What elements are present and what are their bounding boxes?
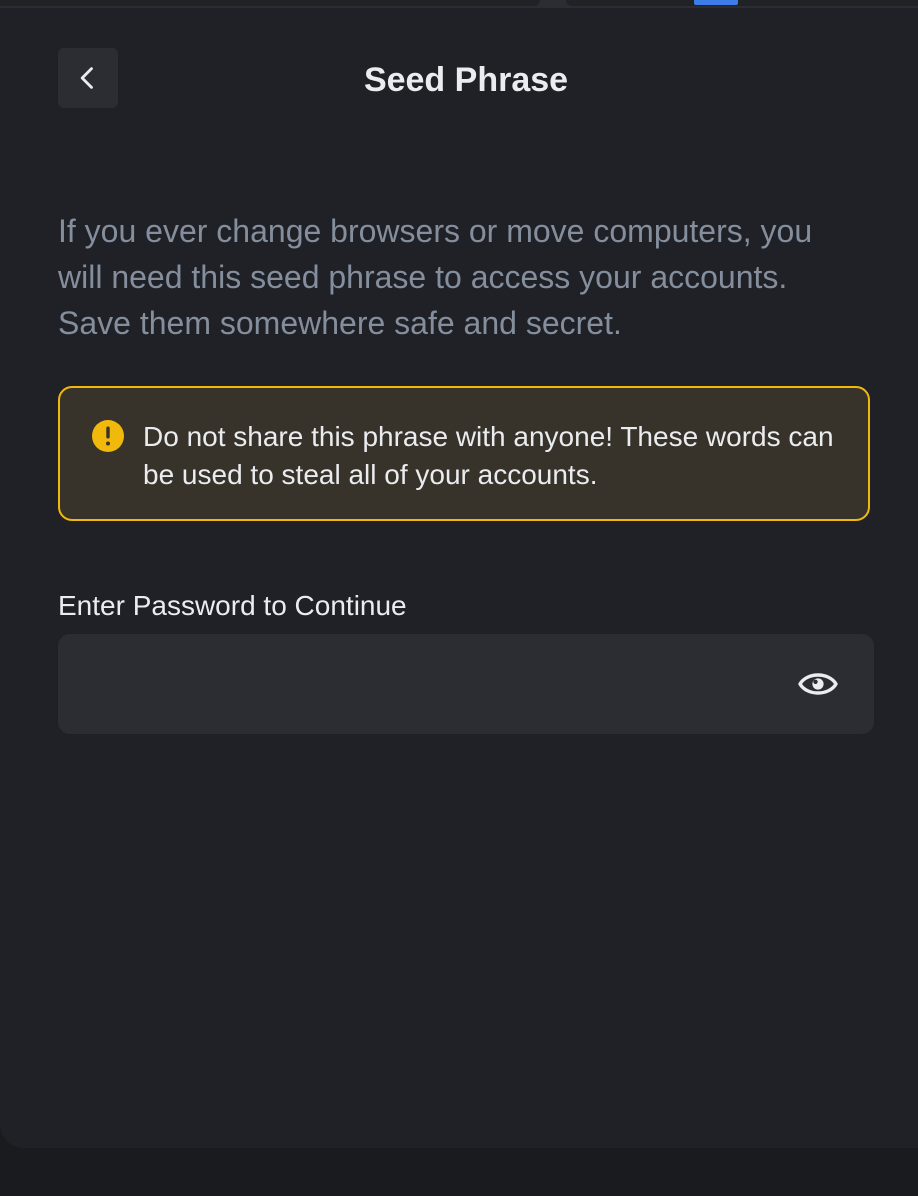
page-title: Seed Phrase [363, 61, 569, 99]
description-text: If you ever change browsers or move comp… [58, 213, 813, 341]
browser-tab-edge [566, 0, 918, 6]
browser-badge [694, 0, 738, 5]
eye-icon[interactable] [798, 664, 838, 704]
exclamation-circle-icon [92, 420, 124, 452]
warning-text: Do not share this phrase with anyone! Th… [143, 421, 834, 490]
password-input[interactable] [82, 634, 786, 736]
browser-tab-edge [0, 0, 540, 6]
password-field[interactable] [58, 634, 874, 736]
seed-phrase-panel: Seed Phrase If you ever change browsers … [0, 8, 918, 1148]
warning-box: Do not share this phrase with anyone! Th… [58, 386, 870, 521]
browser-top-strip [0, 0, 918, 8]
password-label: Enter Password to Continue [58, 590, 407, 621]
